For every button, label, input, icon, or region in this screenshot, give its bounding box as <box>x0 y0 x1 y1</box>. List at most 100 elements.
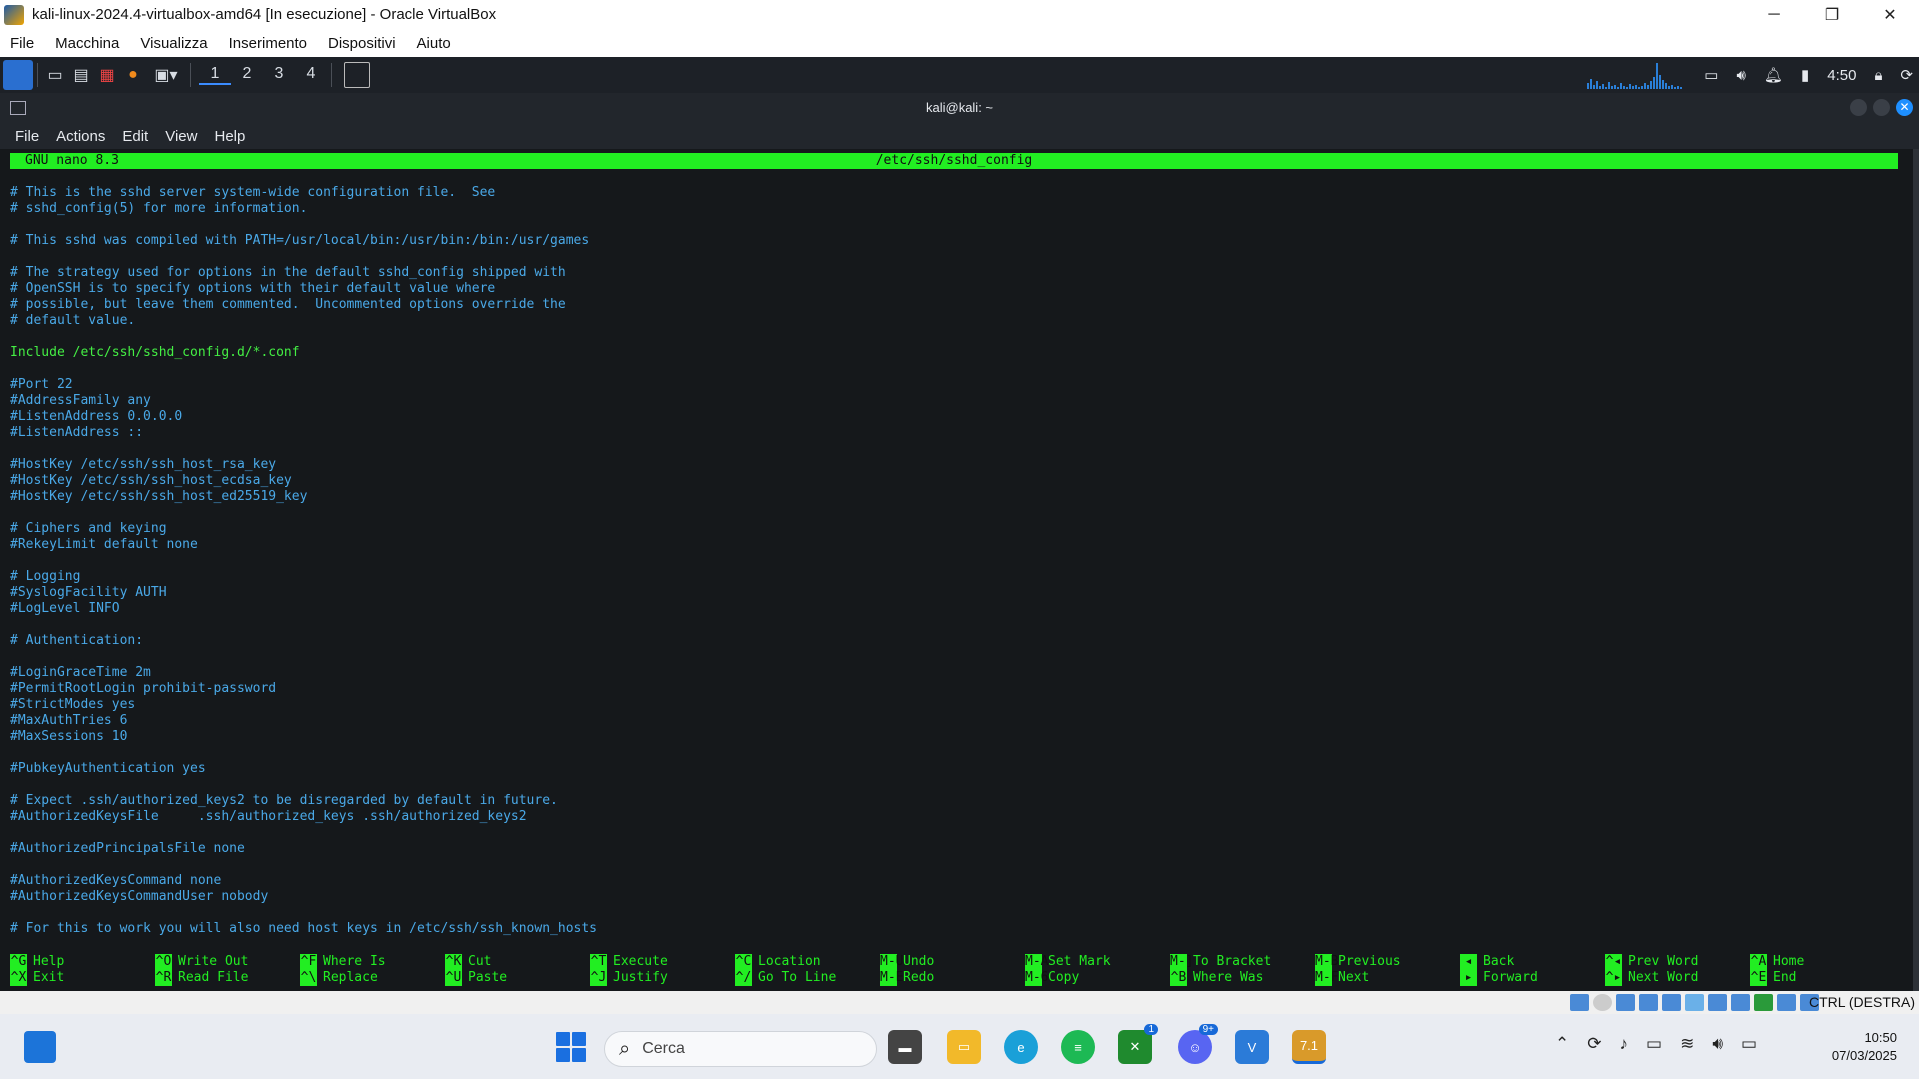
recording-icon[interactable] <box>1731 994 1750 1011</box>
menu-inserimento[interactable]: Inserimento <box>229 35 307 52</box>
file-content[interactable]: # This is the sshd server system-wide co… <box>10 185 1890 937</box>
shortcut-pair: ^◂ Prev Word ^▸ Next Word <box>1605 954 1745 986</box>
cpu-icon[interactable] <box>1754 994 1773 1011</box>
network-icon[interactable] <box>1639 994 1658 1011</box>
menu-visualizza[interactable]: Visualizza <box>140 35 207 52</box>
taskbar-search[interactable]: ⌕ Cerca <box>604 1031 877 1067</box>
panel-clock[interactable]: 4:50 <box>1827 67 1856 84</box>
terminal-menu-edit[interactable]: Edit <box>122 128 148 145</box>
volume-icon[interactable]: 🔊︎ <box>1736 67 1745 84</box>
chevron-up-icon[interactable]: ⌃ <box>1555 1034 1569 1054</box>
file-explorer-icon[interactable]: ▭ <box>947 1030 981 1064</box>
terminal-taskbar-button[interactable] <box>344 62 370 88</box>
shortcut-label: Set Mark <box>1048 954 1111 969</box>
taskbar-date: 07/03/2025 <box>1831 1048 1897 1063</box>
file-manager-icon[interactable]: ▤ <box>68 63 94 87</box>
terminal-menu-actions[interactable]: Actions <box>56 128 105 145</box>
taskbar-clock[interactable]: 10:50 07/03/2025 <box>1832 1029 1897 1065</box>
wifi-icon[interactable]: ≋ <box>1680 1034 1694 1054</box>
search-placeholder: Cerca <box>642 1040 685 1057</box>
file-line: # This sshd was compiled with PATH=/usr/… <box>10 233 590 248</box>
workspace-2[interactable]: 2 <box>231 65 263 85</box>
shortcut-label: Replace <box>323 970 378 985</box>
edge-icon[interactable]: e <box>1004 1030 1038 1064</box>
menu-file[interactable]: File <box>10 35 34 52</box>
vbox-device-icons <box>1570 994 1819 1011</box>
terminal-close-button[interactable]: ✕ <box>1896 99 1913 116</box>
shortcut-label: Where Is <box>323 954 386 969</box>
notification-bell-icon[interactable]: 🔔︎ <box>1764 66 1783 84</box>
file-line <box>10 217 1890 233</box>
optical-drive-icon[interactable] <box>1593 994 1612 1011</box>
firefox-icon[interactable]: ● <box>120 63 146 87</box>
shortcut-label: Where Was <box>1193 970 1264 985</box>
vs-code-icon[interactable]: V <box>1235 1030 1269 1064</box>
shortcut-label: Previous <box>1338 954 1401 969</box>
battery-icon[interactable]: ▮ <box>1801 66 1809 84</box>
shortcut-label: Go To Line <box>758 970 837 985</box>
file-line: #AuthorizedKeysCommand none <box>10 873 222 888</box>
xbox-icon[interactable]: ✕ 1 <box>1118 1024 1158 1064</box>
terminal-menu-help[interactable]: Help <box>214 128 245 145</box>
mouse-integration-icon[interactable] <box>1777 994 1796 1011</box>
battery-icon[interactable]: ▭ <box>1741 1034 1757 1054</box>
terminal-menu-view[interactable]: View <box>165 128 197 145</box>
terminal-titlebar: kali@kali: ~ ✕ <box>0 93 1919 123</box>
show-desktop-icon[interactable]: ▭ <box>42 63 68 87</box>
shortcut-key: ^◂ <box>1605 954 1622 970</box>
menu-aiuto[interactable]: Aiuto <box>417 35 451 52</box>
terminal-content[interactable]: GNU nano 8.3 /etc/ssh/sshd_config # This… <box>0 149 1919 991</box>
vbox-titlebar: kali-linux-2024.4-virtualbox-amd64 [In e… <box>0 0 1919 29</box>
usb-icon[interactable] <box>1662 994 1681 1011</box>
shared-folders-icon[interactable] <box>1685 994 1704 1011</box>
terminal-minimize-button[interactable] <box>1850 99 1867 116</box>
discord-icon[interactable]: ☺ 9+ <box>1178 1024 1218 1064</box>
task-view-icon[interactable]: ▬ <box>888 1030 922 1064</box>
audio-icon[interactable] <box>1616 994 1635 1011</box>
display-icon[interactable]: ▭ <box>1704 66 1718 84</box>
workspace-1[interactable]: 1 <box>199 65 231 85</box>
lock-icon[interactable]: 🔒︎ <box>1874 67 1882 84</box>
terminal-menu-file[interactable]: File <box>15 128 39 145</box>
file-line <box>10 777 1890 793</box>
window-title: kali-linux-2024.4-virtualbox-amd64 [In e… <box>32 6 497 23</box>
terminal-maximize-button[interactable] <box>1873 99 1890 116</box>
menu-dispositivi[interactable]: Dispositivi <box>328 35 396 52</box>
workspace-4[interactable]: 4 <box>295 65 327 85</box>
file-line <box>10 617 1890 633</box>
restore-button[interactable]: ❐ <box>1803 0 1861 29</box>
virtualbox-app-icon <box>4 4 24 25</box>
kali-panel: ▭ ▤ ▦ ● ▣▾ 1 2 3 4 ▭ 🔊︎ 🔔︎ ▮ 4:50 🔒︎ ⟳ <box>0 57 1919 93</box>
kali-menu-icon[interactable] <box>3 60 33 90</box>
workspace-3[interactable]: 3 <box>263 65 295 85</box>
widgets-icon[interactable] <box>24 1031 56 1063</box>
shortcut-label: Exit <box>33 970 65 985</box>
panel-separator <box>331 63 332 87</box>
file-line: #HostKey /etc/ssh/ssh_host_ed25519_key <box>10 489 308 504</box>
shortcut-key: ^B <box>1170 970 1187 986</box>
close-button[interactable]: ✕ <box>1861 0 1919 29</box>
sync-icon[interactable]: ⟳ <box>1587 1034 1601 1054</box>
keyboard-layout-icon[interactable]: ▭ <box>1646 1034 1662 1054</box>
spotify-icon[interactable]: ≡ <box>1061 1030 1095 1064</box>
text-editor-icon[interactable]: ▦ <box>94 63 120 87</box>
logout-icon[interactable]: ⟳ <box>1900 66 1913 84</box>
terminal-scrollbar[interactable] <box>1913 149 1919 991</box>
shortcut-key: M-6 <box>1025 970 1049 986</box>
display-icon[interactable] <box>1708 994 1727 1011</box>
minimize-button[interactable]: ─ <box>1745 0 1803 29</box>
microphone-icon[interactable]: ♪ <box>1620 1034 1629 1054</box>
shortcut-key: ^▸ <box>1605 970 1622 986</box>
shortcut-key: ▸ <box>1460 970 1477 986</box>
hard-disk-icon[interactable] <box>1570 994 1589 1011</box>
file-line <box>10 905 1890 921</box>
nano-header: GNU nano 8.3 /etc/ssh/sshd_config <box>10 153 1898 169</box>
terminal-launcher-icon[interactable]: ▣▾ <box>146 63 186 87</box>
file-line <box>10 361 1890 377</box>
file-line: Include /etc/ssh/sshd_config.d/*.conf <box>10 345 300 360</box>
menu-macchina[interactable]: Macchina <box>55 35 119 52</box>
virtualbox-taskbar-icon[interactable]: 7.1 <box>1292 1030 1326 1064</box>
start-button[interactable] <box>556 1032 586 1062</box>
volume-icon[interactable]: 🔊︎ <box>1712 1034 1723 1054</box>
shortcut-key: ^\ <box>300 970 317 986</box>
